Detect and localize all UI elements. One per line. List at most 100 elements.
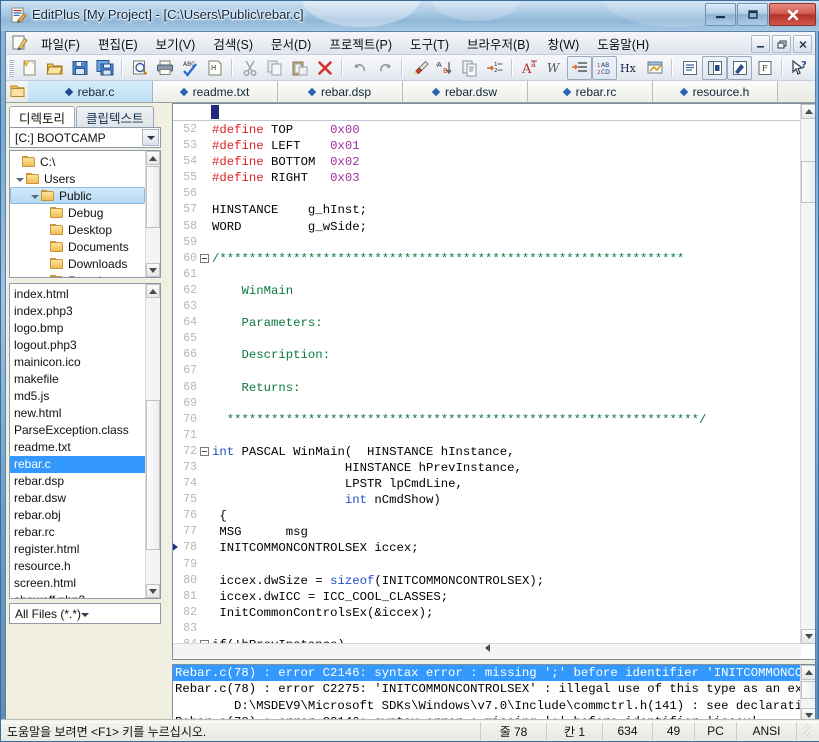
menu-project[interactable]: 프로젝트(P) [320, 32, 401, 55]
menu-browser[interactable]: 브라우저(B) [458, 32, 539, 55]
editor-line[interactable]: 53 #define LEFT 0x01 [173, 138, 801, 154]
file-filter-selector[interactable]: All Files (*.*) [9, 603, 161, 624]
editor-line[interactable]: 64 Parameters: [173, 315, 801, 331]
file-list-scrollbar[interactable] [145, 284, 160, 598]
mdi-close-button[interactable] [793, 35, 812, 53]
paste-icon[interactable] [287, 56, 312, 80]
fold-toggle-icon[interactable] [200, 253, 209, 263]
chevron-down-icon[interactable] [81, 607, 90, 621]
context-help-icon[interactable]: ? [787, 56, 812, 80]
expander-icon[interactable] [16, 178, 24, 182]
tree-scrollbar[interactable] [145, 151, 160, 277]
editor-line[interactable]: 72 int PASCAL WinMain( HINSTANCE hInstanc… [173, 444, 801, 460]
output-scroll-thumb[interactable] [801, 681, 815, 699]
editor-line[interactable]: 78 INITCOMMONCONTROLSEX iccex; [173, 540, 801, 556]
file-list-item[interactable]: screen.html [10, 575, 146, 592]
case-convert-icon[interactable]: 1 AB 2 CD [592, 55, 617, 80]
file-list-item[interactable]: rebar.c [10, 456, 146, 473]
editor-line[interactable]: 73 HINSTANCE hPrevInstance, [173, 460, 801, 476]
editor-line[interactable]: 71 [173, 428, 801, 444]
editor-scroll-left-button[interactable] [173, 644, 801, 652]
file-list-item[interactable]: ParseException.class [10, 422, 146, 439]
tab-directory[interactable]: 디렉토리 [9, 106, 76, 128]
tree-item[interactable]: Desktop [10, 221, 145, 238]
minimize-button[interactable] [705, 3, 736, 26]
editor-line[interactable]: 83 [173, 621, 801, 637]
output-row[interactable]: Rebar.c(78) : error C2146: syntax error … [173, 665, 800, 682]
file-tab-resource-h[interactable]: resource.h [653, 81, 778, 102]
close-button[interactable] [769, 3, 816, 26]
editor-line[interactable]: 62 WinMain [173, 283, 801, 299]
file-list-item[interactable]: index.php3 [10, 303, 146, 320]
editor-vertical-scrollbar[interactable] [800, 104, 815, 644]
editor-scroll-thumb[interactable] [801, 161, 815, 203]
editor-line[interactable]: 76 { [173, 508, 801, 524]
editor-line[interactable]: 54 #define BOTTOM 0x02 [173, 154, 801, 170]
editor-line[interactable]: 77 MSG msg [173, 524, 801, 540]
editor-line[interactable]: 55 #define RIGHT 0x03 [173, 170, 801, 186]
open-file-icon[interactable] [42, 56, 67, 80]
spell-check-icon[interactable]: ABC [177, 56, 202, 80]
tree-item[interactable]: Users [10, 170, 145, 187]
menu-tools[interactable]: 도구(T) [401, 32, 458, 55]
file-list-item[interactable]: logout.php3 [10, 337, 146, 354]
folder-icon[interactable] [6, 80, 28, 102]
maximize-button[interactable] [737, 3, 768, 26]
status-resize-grip[interactable] [796, 721, 819, 740]
file-list-item[interactable]: index.html [10, 286, 146, 303]
menu-search[interactable]: 검색(S) [204, 32, 262, 55]
file-list-item[interactable]: rebar.dsw [10, 490, 146, 507]
mdi-minimize-button[interactable] [751, 35, 770, 53]
tree-item[interactable]: Public [10, 187, 145, 204]
chevron-down-icon[interactable] [142, 129, 159, 146]
file-tab-readme-txt[interactable]: readme.txt [153, 81, 278, 102]
print-preview-icon[interactable] [127, 56, 152, 80]
line-number-icon[interactable] [567, 55, 592, 80]
menu-help[interactable]: 도움말(H) [588, 32, 658, 55]
file-list-item[interactable]: logo.bmp [10, 320, 146, 337]
fold-toggle-icon[interactable] [200, 446, 209, 456]
directory-window-icon[interactable] [702, 55, 727, 80]
editor-line[interactable]: 60 /*************************************… [173, 251, 801, 267]
editor-line[interactable]: 82 InitCommonControlsEx(&iccex); [173, 605, 801, 621]
editor-line[interactable]: 66 Description: [173, 347, 801, 363]
editor-line[interactable]: 57 HINSTANCE g_hInst; [173, 202, 801, 218]
file-list-item[interactable]: new.html [10, 405, 146, 422]
tree-item[interactable]: Downloads [10, 255, 145, 272]
duplicate-line-icon[interactable] [457, 56, 482, 80]
editor-line[interactable]: 80 iccex.dwSize = sizeof(INITCOMMONCONTR… [173, 573, 801, 589]
file-list-item[interactable]: rebar.dsp [10, 473, 146, 490]
tree-item[interactable]: Documents [10, 238, 145, 255]
tab-cliptext[interactable]: 클립텍스트 [76, 106, 154, 128]
file-scroll-down-button[interactable] [146, 584, 160, 598]
menu-window[interactable]: 창(W) [539, 32, 589, 55]
drive-selector[interactable]: [C:] BOOTCAMP [9, 127, 161, 148]
file-list-item[interactable]: register.html [10, 541, 146, 558]
hex-view-icon[interactable]: Hx [617, 56, 642, 80]
editor-line[interactable]: 68 Returns: [173, 380, 801, 396]
editor-horizontal-scrollbar[interactable] [173, 643, 801, 659]
undo-icon[interactable] [347, 56, 372, 80]
file-list[interactable]: index.html index.php3 logo.bmp logout.php3 m… [9, 283, 161, 599]
file-scroll-thumb[interactable] [146, 400, 160, 550]
directory-tree[interactable]: C:\ Users Public Debug Desktop Documents Downl… [9, 150, 161, 278]
menu-edit[interactable]: 편집(E) [89, 32, 147, 55]
editor-line[interactable]: 61 [173, 267, 801, 283]
editor-line[interactable]: 70 *************************************… [173, 412, 801, 428]
menu-file[interactable]: 파일(F) [32, 32, 89, 55]
output-row[interactable]: Rebar.c(78) : error C2275: 'INITCOMMONCO… [173, 681, 800, 697]
output-message-list[interactable]: Rebar.c(78) : error C2146: syntax error … [173, 665, 800, 723]
word-wrap-icon[interactable]: W [542, 56, 567, 80]
file-tab-rebar-c[interactable]: rebar.c [28, 81, 153, 102]
editor-scroll-up-button[interactable] [801, 104, 815, 119]
file-list-item[interactable]: readme.txt [10, 439, 146, 456]
sort-icon[interactable]: ᴬAB [432, 56, 457, 80]
file-list-item[interactable]: md5.js [10, 388, 146, 405]
output-window-icon[interactable] [677, 56, 702, 80]
editor-scroll-down-button[interactable] [801, 629, 815, 644]
tree-item[interactable]: Favorites [10, 272, 145, 277]
editor-line[interactable]: 58 WORD g_wSide; [173, 219, 801, 235]
mdi-restore-button[interactable] [772, 35, 791, 53]
file-list-item[interactable]: resource.h [10, 558, 146, 575]
file-list-item[interactable]: rebar.rc [10, 524, 146, 541]
